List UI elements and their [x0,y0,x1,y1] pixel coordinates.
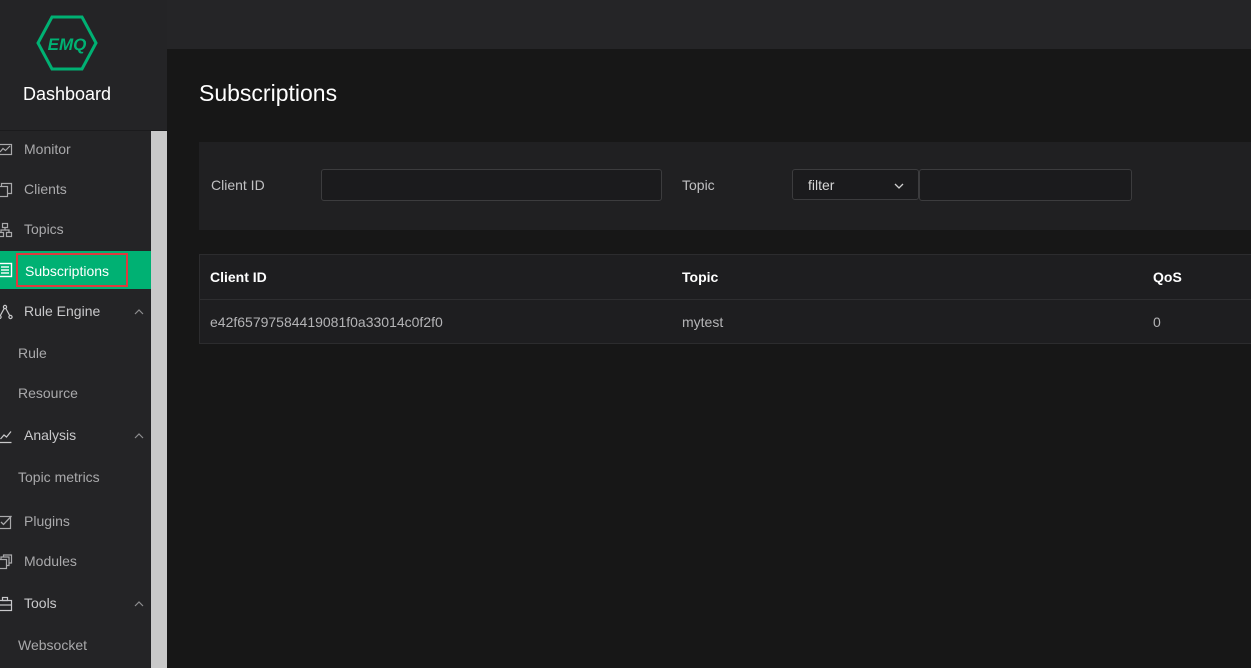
top-header-bar [167,0,1251,49]
rule-engine-icon [0,304,13,320]
topic-match-select[interactable]: filter [792,169,919,200]
brand: EMQ Dashboard [0,0,167,131]
cell-qos: 0 [1153,314,1161,330]
sidebar-item-label: Subscriptions [16,253,128,287]
tools-icon [0,596,13,612]
sidebar-item-subscriptions[interactable]: Subscriptions [0,251,151,289]
sidebar-item-clients[interactable]: Clients [0,171,151,209]
chevron-down-icon [894,183,904,189]
analysis-icon [0,431,12,444]
sidebar-item-label: Analysis [24,427,77,443]
sidebar-item-label: Clients [24,181,67,197]
chevron-up-icon[interactable] [133,598,145,610]
sidebar-item-topic-metrics[interactable]: Topic metrics [0,459,151,497]
sidebar-item-label: Modules [24,553,77,569]
sidebar-item-label: Rule Engine [24,303,101,319]
sidebar-menu: Monitor Clients Topics Subscriptions Rul… [0,131,151,668]
sidebar: EMQ Dashboard Monitor Clients Topics Sub… [0,0,167,668]
column-header-topic[interactable]: Topic [682,269,718,285]
sidebar-item-label: Resource [18,385,78,401]
plugins-icon [0,515,12,530]
client-id-label: Client ID [211,177,265,193]
topic-match-value: filter [808,177,835,193]
sidebar-item-label: Plugins [24,513,70,529]
emq-logo-icon[interactable]: EMQ [36,15,98,71]
sidebar-item-rule[interactable]: Rule [0,335,151,373]
sidebar-item-label: Tools [24,595,57,611]
clients-icon [0,182,13,198]
sidebar-item-label: Websocket [18,637,87,653]
sidebar-item-resource[interactable]: Resource [0,375,151,413]
sidebar-item-rule-engine[interactable]: Rule Engine [0,293,151,331]
subscriptions-icon [0,262,13,278]
column-header-qos[interactable]: QoS [1153,269,1182,285]
sidebar-item-plugins[interactable]: Plugins [0,503,151,541]
logo-text: EMQ [48,35,87,54]
page-title: Subscriptions [199,80,338,106]
topic-label: Topic [682,177,715,193]
table-header: Client ID Topic QoS [200,255,1251,300]
filter-panel: Client ID Topic filter [199,142,1251,230]
sidebar-item-label: Monitor [24,141,71,157]
sidebar-item-analysis[interactable]: Analysis [0,417,151,455]
subscriptions-table: Client ID Topic QoS e42f65797584419081f0… [199,254,1251,344]
cell-topic: mytest [682,314,724,330]
topic-input[interactable] [919,169,1132,201]
brand-title: Dashboard [22,84,112,104]
cell-client-id: e42f65797584419081f0a33014c0f2f0 [210,314,443,330]
monitor-icon [0,143,13,156]
sidebar-item-websocket[interactable]: Websocket [0,627,151,665]
sidebar-scrollbar[interactable] [151,131,167,668]
topics-icon [0,222,13,238]
table-row[interactable]: e42f65797584419081f0a33014c0f2f0 mytest … [200,300,1251,344]
chevron-up-icon[interactable] [133,306,145,318]
sidebar-item-modules[interactable]: Modules [0,543,151,581]
sidebar-item-label: Topics [24,221,64,237]
sidebar-item-label: Topic metrics [18,469,100,485]
sidebar-item-label: Rule [18,345,47,361]
sidebar-item-monitor[interactable]: Monitor [0,131,151,169]
modules-icon [0,554,13,570]
client-id-input[interactable] [321,169,662,201]
chevron-up-icon[interactable] [133,430,145,442]
sidebar-item-topics[interactable]: Topics [0,211,151,249]
sidebar-item-tools[interactable]: Tools [0,585,151,623]
column-header-client-id[interactable]: Client ID [210,269,267,285]
